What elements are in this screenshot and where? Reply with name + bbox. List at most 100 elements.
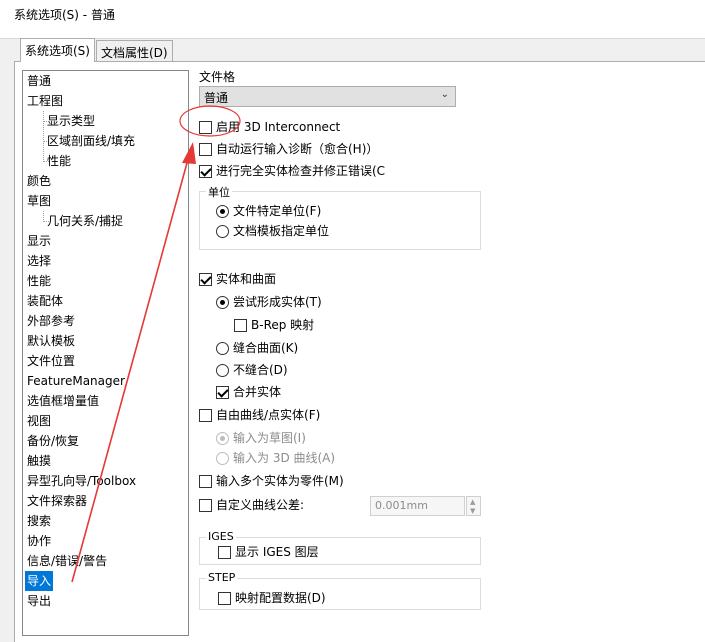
checkbox-icon xyxy=(218,545,231,559)
tree-connector xyxy=(43,111,44,162)
step-group-title: STEP xyxy=(206,571,238,584)
auto-diagnose-label: 自动运行输入诊断（愈合(H)） xyxy=(216,142,379,156)
free-curves-label: 自由曲线/点实体(F) xyxy=(216,408,321,422)
unit-template-radio[interactable]: 文档模板指定单位 xyxy=(216,222,329,240)
unit-file-specific-label: 文件特定单位(F) xyxy=(233,204,322,218)
checkbox-checked-icon xyxy=(216,385,229,399)
radio-icon xyxy=(216,451,229,465)
tab-document-properties[interactable]: 文档属性(D) xyxy=(96,40,173,62)
merge-solids-checkbox[interactable]: 合并实体 xyxy=(216,383,281,401)
checkbox-icon xyxy=(218,591,231,605)
tree-item-assemblies[interactable]: 装配体 xyxy=(27,291,63,311)
tree-item-view[interactable]: 视图 xyxy=(27,411,51,431)
tree-item-display-style[interactable]: 显示类型 xyxy=(47,111,95,131)
radio-icon xyxy=(216,341,229,355)
import-as-3d-curve-radio[interactable]: 输入为 3D 曲线(A) xyxy=(216,449,335,467)
tree-item-hole-wizard-toolbox[interactable]: 异型孔向导/Toolbox xyxy=(27,471,136,491)
radio-checked-icon xyxy=(216,431,229,445)
import-as-3d-curve-label: 输入为 3D 曲线(A) xyxy=(233,451,336,465)
full-check-checkbox[interactable]: 进行完全实体检查并修正错误(C xyxy=(199,162,385,180)
tolerance-spinner[interactable]: ▲ ▼ xyxy=(466,496,481,516)
auto-diagnose-checkbox[interactable]: 自动运行输入诊断（愈合(H)） xyxy=(199,140,378,158)
import-as-sketch-label: 输入为草图(I) xyxy=(233,431,306,445)
tab-system-options-label: 系统选项(S) xyxy=(25,44,90,58)
custom-tolerance-label: 自定义曲线公差: xyxy=(216,498,305,512)
tree-item-relations-snaps[interactable]: 几何关系/捕捉 xyxy=(47,211,123,231)
tree-item-messages-errors-warnings[interactable]: 信息/错误/警告 xyxy=(27,551,107,571)
options-tree[interactable]: 普通 工程图 显示类型 区域剖面线/填充 性能 颜色 草图 几何关系/捕捉 显示… xyxy=(22,70,189,636)
show-iges-layers-label: 显示 IGES 图层 xyxy=(235,545,319,559)
checkbox-icon xyxy=(199,474,212,488)
tree-item-performance[interactable]: 性能 xyxy=(27,271,51,291)
enable-3d-interconnect-checkbox[interactable]: 启用 3D Interconnect xyxy=(199,118,340,136)
spin-up-icon: ▲ xyxy=(470,498,476,506)
file-format-value: 普通 xyxy=(204,91,229,105)
brep-mapping-checkbox[interactable]: B-Rep 映射 xyxy=(234,316,314,334)
brep-mapping-label: B-Rep 映射 xyxy=(251,318,315,332)
tree-item-backup-recover[interactable]: 备份/恢复 xyxy=(27,431,79,451)
radio-icon xyxy=(216,224,229,238)
tree-item-display[interactable]: 显示 xyxy=(27,231,51,251)
knit-surfaces-radio[interactable]: 缝合曲面(K) xyxy=(216,339,298,357)
checkbox-checked-icon xyxy=(199,164,212,178)
solid-surface-label: 实体和曲面 xyxy=(216,272,277,286)
unit-file-specific-radio[interactable]: 文件特定单位(F) xyxy=(216,202,321,220)
tree-item-external-references[interactable]: 外部参考 xyxy=(27,311,75,331)
show-iges-layers-checkbox[interactable]: 显示 IGES 图层 xyxy=(218,543,319,561)
tree-item-drawings[interactable]: 工程图 xyxy=(27,91,63,111)
tree-item-collaboration[interactable]: 协作 xyxy=(27,531,51,551)
knit-surfaces-label: 缝合曲面(K) xyxy=(233,341,299,355)
custom-tolerance-checkbox[interactable]: 自定义曲线公差: xyxy=(199,496,304,514)
file-format-select[interactable]: 普通 ⌄ xyxy=(199,86,456,107)
try-form-solid-label: 尝试形成实体(T) xyxy=(233,295,322,309)
tree-item-drawing-performance[interactable]: 性能 xyxy=(47,151,71,171)
units-group xyxy=(199,191,481,250)
tree-item-featuremanager[interactable]: FeatureManager xyxy=(27,371,125,391)
tree-item-area-hatch[interactable]: 区域剖面线/填充 xyxy=(47,131,135,151)
tree-item-file-explorer[interactable]: 文件探索器 xyxy=(27,491,87,511)
checkbox-icon xyxy=(199,408,212,422)
tree-item-selection[interactable]: 选择 xyxy=(27,251,51,271)
units-group-title: 单位 xyxy=(206,184,232,200)
enable-3d-interconnect-label: 启用 3D Interconnect xyxy=(216,120,341,134)
tree-item-search[interactable]: 搜索 xyxy=(27,511,51,531)
radio-icon xyxy=(216,363,229,377)
solid-surface-checkbox[interactable]: 实体和曲面 xyxy=(199,270,276,288)
import-as-sketch-radio[interactable]: 输入为草图(I) xyxy=(216,429,306,447)
tree-item-touch[interactable]: 触摸 xyxy=(27,451,51,471)
tree-item-colors[interactable]: 颜色 xyxy=(27,171,51,191)
map-config-data-label: 映射配置数据(D) xyxy=(235,591,326,605)
free-curves-checkbox[interactable]: 自由曲线/点实体(F) xyxy=(199,406,320,424)
checkbox-icon xyxy=(199,498,212,512)
tree-item-general[interactable]: 普通 xyxy=(27,71,51,91)
checkbox-icon xyxy=(199,120,212,134)
radio-checked-icon xyxy=(216,204,229,218)
iges-group-title: IGES xyxy=(206,530,236,543)
chevron-down-icon: ⌄ xyxy=(440,89,449,100)
tree-item-spin-box-increments[interactable]: 选值框增量值 xyxy=(27,391,99,411)
tree-item-export[interactable]: 导出 xyxy=(27,591,51,611)
tree-item-import[interactable]: 导入 xyxy=(25,571,54,591)
tab-system-options[interactable]: 系统选项(S) xyxy=(20,38,95,62)
full-check-label: 进行完全实体检查并修正错误(C xyxy=(216,164,386,178)
tolerance-input[interactable]: 0.001mm xyxy=(370,496,465,516)
checkbox-checked-icon xyxy=(199,272,212,286)
checkbox-icon xyxy=(234,318,247,332)
import-multi-body-checkbox[interactable]: 输入多个实体为零件(M) xyxy=(199,472,344,490)
no-knit-radio[interactable]: 不缝合(D) xyxy=(216,361,288,379)
checkbox-icon xyxy=(199,142,212,156)
no-knit-label: 不缝合(D) xyxy=(233,363,288,377)
unit-template-label: 文档模板指定单位 xyxy=(233,224,330,238)
spin-down-icon: ▼ xyxy=(470,507,476,515)
tab-document-properties-label: 文档属性(D) xyxy=(101,46,168,60)
window-title: 系统选项(S) - 普通 xyxy=(14,8,115,22)
tree-item-file-locations[interactable]: 文件位置 xyxy=(27,351,75,371)
import-multi-body-label: 输入多个实体为零件(M) xyxy=(216,474,344,488)
merge-solids-label: 合并实体 xyxy=(233,385,282,399)
file-format-label: 文件格 xyxy=(199,70,236,84)
tree-item-sketch[interactable]: 草图 xyxy=(27,191,51,211)
map-config-data-checkbox[interactable]: 映射配置数据(D) xyxy=(218,589,326,607)
radio-checked-icon xyxy=(216,295,229,309)
try-form-solid-radio[interactable]: 尝试形成实体(T) xyxy=(216,293,322,311)
tree-item-default-templates[interactable]: 默认模板 xyxy=(27,331,75,351)
